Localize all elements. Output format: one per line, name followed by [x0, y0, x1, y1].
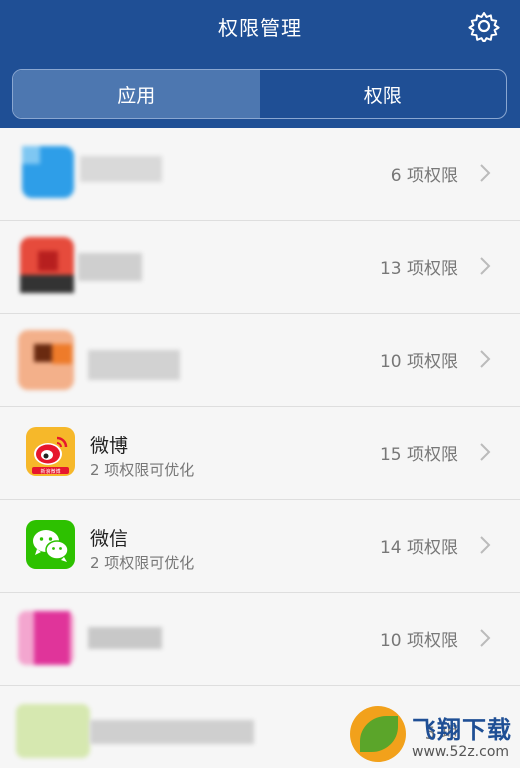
app-header: 权限管理 应用 权限: [0, 0, 520, 128]
permission-count: 14 项权限: [379, 538, 458, 558]
app-name: 微信: [90, 528, 129, 550]
watermark-url: www.52z.com: [412, 744, 510, 760]
blurred-app-name: [78, 253, 142, 281]
permission-count: 10 项权限: [379, 352, 458, 372]
blurred-app-name: [88, 350, 180, 380]
chevron-right-icon: [480, 536, 491, 554]
list-item[interactable]: 13 项权限: [0, 221, 520, 314]
site-watermark: 飞翔下载 www.52z.com: [350, 706, 512, 762]
chevron-right-icon: [480, 350, 491, 368]
chevron-right-icon: [480, 443, 491, 461]
gear-icon[interactable]: [468, 10, 500, 42]
blurred-app-name: [80, 156, 162, 182]
chevron-right-icon: [480, 164, 491, 182]
page-title: 权限管理: [218, 16, 302, 40]
permission-count: 6 项权限: [390, 166, 458, 186]
blurred-app-icon: [22, 146, 74, 198]
wechat-icon: [26, 520, 75, 569]
blurred-app-icon: [16, 704, 90, 758]
app-list: 6 项权限 13 项权限 10 项权限 新浪微博 微博 2 项权限可优化 15 …: [0, 128, 520, 768]
permission-count: 13 项权限: [379, 259, 458, 279]
app-subtitle: 2 项权限可优化: [90, 554, 195, 572]
permission-count: 15 项权限: [379, 445, 458, 465]
weibo-icon-label: 新浪微博: [40, 468, 60, 475]
list-item-wechat[interactable]: 微信 2 项权限可优化 14 项权限: [0, 500, 520, 593]
permission-count: 10 项权限: [379, 631, 458, 651]
blurred-app-icon: [20, 237, 74, 293]
list-item[interactable]: 10 项权限: [0, 593, 520, 686]
tab-apps[interactable]: 应用: [13, 70, 260, 118]
tab-permissions[interactable]: 权限: [260, 70, 507, 118]
watermark-logo-icon: [350, 706, 406, 762]
blurred-app-name: [90, 720, 254, 744]
chevron-right-icon: [480, 257, 491, 275]
chevron-right-icon: [480, 629, 491, 647]
weibo-icon: 新浪微博: [26, 427, 75, 476]
list-item[interactable]: 6 项权限: [0, 128, 520, 221]
app-name: 微博: [90, 435, 129, 457]
watermark-text: 飞翔下载: [412, 716, 512, 744]
blurred-app-icon: [18, 330, 74, 390]
blurred-app-icon: [18, 611, 74, 665]
tab-bar: 应用 权限: [12, 69, 507, 119]
list-item[interactable]: 10 项权限: [0, 314, 520, 407]
list-item-weibo[interactable]: 新浪微博 微博 2 项权限可优化 15 项权限: [0, 407, 520, 500]
blurred-app-name: [88, 627, 162, 649]
app-subtitle: 2 项权限可优化: [90, 461, 195, 479]
